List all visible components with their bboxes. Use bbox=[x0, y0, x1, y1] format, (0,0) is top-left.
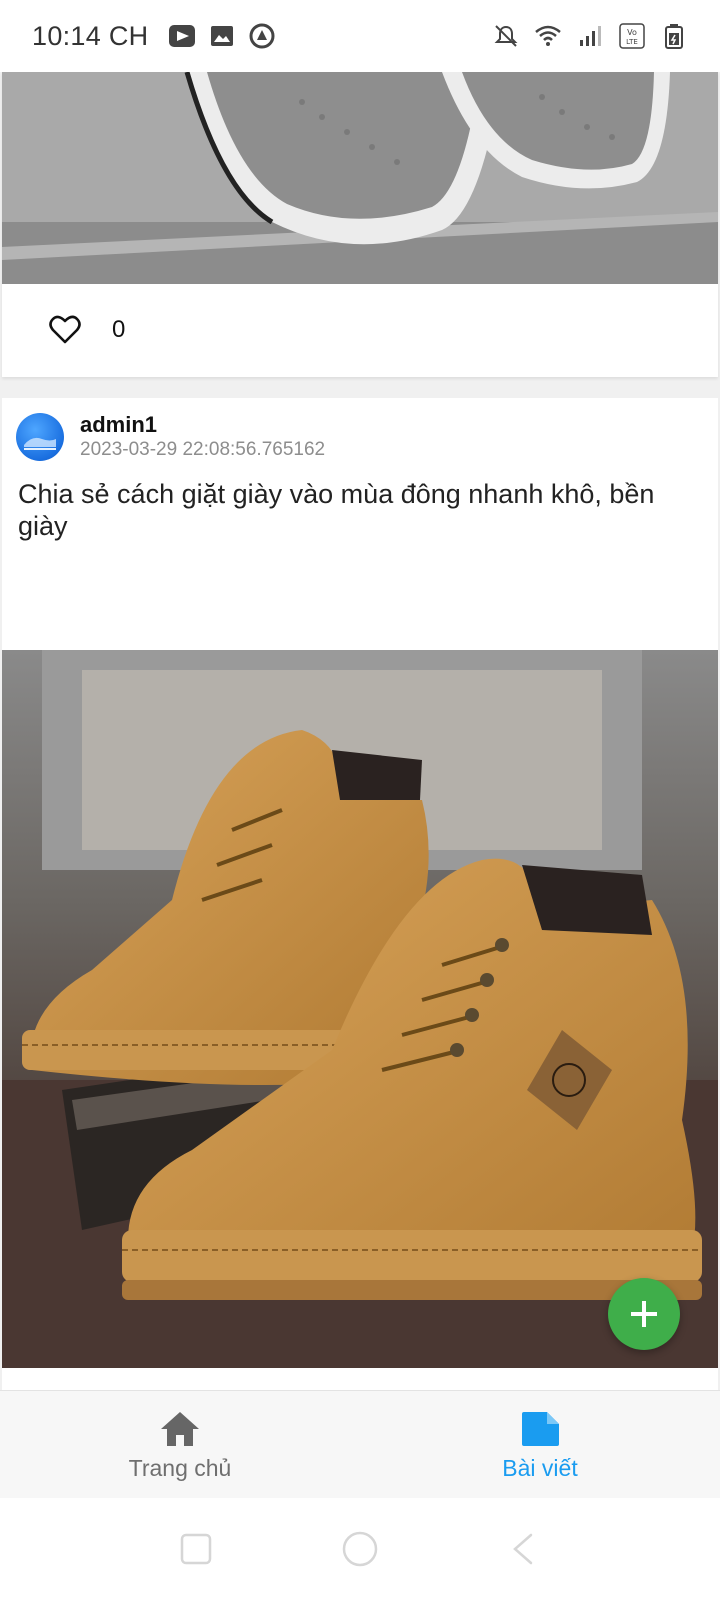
post-header: admin1 2023-03-29 22:08:56.765162 bbox=[16, 412, 325, 462]
status-time: 10:14 CH bbox=[32, 20, 149, 51]
nav-label-home: Trang chủ bbox=[128, 1454, 232, 1481]
svg-text:Vo: Vo bbox=[627, 28, 637, 37]
home-circle-icon[interactable] bbox=[340, 1529, 380, 1569]
author-name[interactable]: admin1 bbox=[80, 412, 325, 438]
like-row: 0 bbox=[2, 284, 718, 376]
recents-icon[interactable] bbox=[176, 1529, 216, 1569]
mute-icon bbox=[492, 22, 520, 50]
author-meta: admin1 2023-03-29 22:08:56.765162 bbox=[80, 412, 325, 462]
image-icon bbox=[208, 22, 236, 50]
status-bar: 10:14 CH Vo LTE bbox=[0, 0, 720, 72]
add-post-button[interactable] bbox=[608, 1278, 680, 1350]
home-icon bbox=[158, 1409, 202, 1449]
post-feed[interactable]: 0 admin1 2023-03-29 22:08:56.765162 Chia… bbox=[0, 72, 720, 1390]
back-icon[interactable] bbox=[504, 1529, 544, 1569]
volte-icon: Vo LTE bbox=[618, 22, 646, 50]
post-text: Chia sẻ cách giặt giày vào mùa đông nhan… bbox=[18, 479, 655, 541]
nav-item-home[interactable]: Trang chủ bbox=[0, 1391, 360, 1499]
like-row: 0 bbox=[2, 1368, 718, 1390]
battery-icon bbox=[660, 22, 688, 50]
post-icon bbox=[518, 1409, 562, 1449]
plus-icon bbox=[628, 1298, 660, 1330]
post-timestamp: 2023-03-29 22:08:56.765162 bbox=[80, 439, 326, 460]
wifi-icon bbox=[534, 22, 562, 50]
status-left-icons bbox=[168, 22, 276, 50]
signal-icon bbox=[576, 22, 604, 50]
bottom-nav: Trang chủ Bài viết bbox=[0, 1390, 720, 1498]
heart-icon[interactable] bbox=[48, 313, 82, 347]
system-nav-bar bbox=[0, 1498, 720, 1600]
avatar[interactable] bbox=[16, 413, 64, 461]
svg-text:LTE: LTE bbox=[626, 38, 638, 46]
nav-label-posts: Bài viết bbox=[502, 1454, 578, 1481]
video-icon bbox=[168, 22, 196, 50]
post-card: admin1 2023-03-29 22:08:56.765162 Chia s… bbox=[2, 398, 718, 1390]
post-image bbox=[2, 650, 718, 1368]
status-right-icons: Vo LTE bbox=[492, 22, 688, 50]
post-card: 0 bbox=[2, 72, 718, 377]
post-image bbox=[2, 72, 718, 284]
like-count: 0 bbox=[112, 316, 126, 343]
app-icon bbox=[248, 22, 276, 50]
nav-item-posts[interactable]: Bài viết bbox=[360, 1391, 720, 1499]
